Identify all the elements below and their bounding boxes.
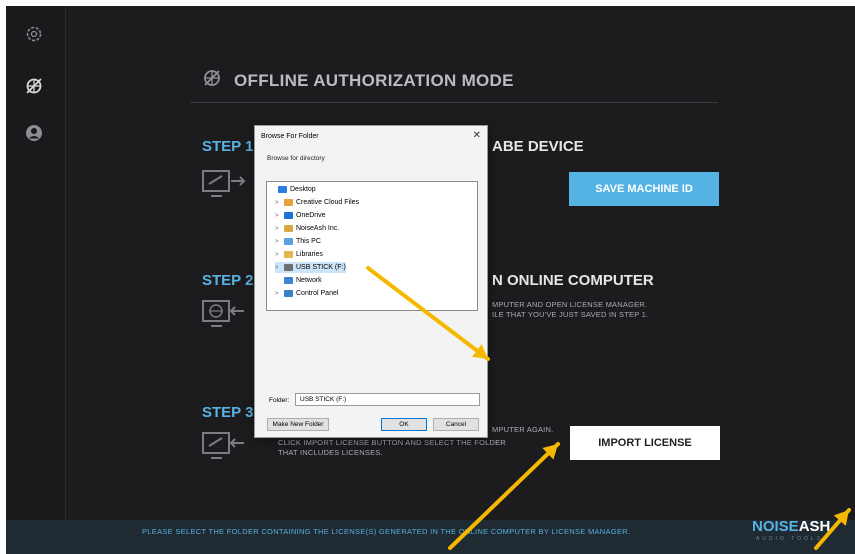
tree-item-label: This PC [296, 238, 321, 245]
chevron-right-icon[interactable]: > [275, 213, 284, 219]
step-1-label: STEP 1: [202, 138, 259, 155]
folder-icon [284, 277, 293, 284]
folder-icon [284, 264, 293, 271]
settings-gear-icon[interactable] [22, 22, 46, 46]
ok-button[interactable]: OK [381, 418, 427, 431]
folder-icon [284, 212, 293, 219]
folder-tree[interactable]: Desktop > Creative Cloud Files > OneDrive > No… [266, 181, 478, 311]
title-divider [190, 102, 718, 103]
folder-icon [284, 290, 293, 297]
tree-item-label: OneDrive [296, 212, 326, 219]
close-icon[interactable]: ✕ [473, 130, 481, 141]
tree-item[interactable]: > Control Panel [275, 288, 338, 299]
chevron-right-icon[interactable]: > [275, 252, 284, 258]
tree-item-label: Network [296, 277, 322, 284]
step-2-desc-line-1: MPUTER AND OPEN LICENSE MANAGER. [492, 300, 648, 309]
dialog-title: Browse For Folder [261, 133, 319, 140]
tree-item[interactable]: > Libraries [275, 249, 323, 260]
step-3-desc-line-2: CLICK IMPORT LICENSE BUTTON AND SELECT T… [278, 438, 506, 447]
tree-item[interactable]: > OneDrive [275, 210, 326, 221]
user-account-icon[interactable] [22, 121, 46, 145]
step-3-desc-line-1: MPUTER AGAIN. [492, 425, 554, 434]
step-2-heading: N ONLINE COMPUTER [492, 272, 654, 289]
tree-item[interactable]: > This PC [275, 236, 321, 247]
browse-folder-dialog: Browse For Folder ✕ Browse for directory… [254, 125, 488, 438]
footer-bar [6, 520, 855, 554]
chevron-right-icon[interactable]: > [275, 291, 284, 297]
mode-header: OFFLINE AUTHORIZATION MODE [202, 68, 514, 93]
folder-label: Folder: [269, 397, 290, 404]
cancel-button[interactable]: Cancel [433, 418, 479, 431]
tree-item-label: USB STICK (F:) [296, 264, 346, 271]
tree-item-label: Libraries [296, 251, 323, 258]
step-3-desc-line-3: THAT INCLUDES LICENSES. [278, 448, 383, 457]
folder-icon [278, 186, 287, 193]
tree-item[interactable]: Desktop [269, 184, 316, 195]
folder-icon [284, 251, 293, 258]
chevron-right-icon[interactable]: > [275, 239, 284, 245]
computer-export-icon [200, 168, 256, 205]
folder-field[interactable]: USB STICK (F:) [295, 393, 480, 406]
offline-mode-icon [202, 68, 222, 93]
folder-icon [284, 199, 293, 206]
computer-import-icon [200, 430, 256, 467]
page-title: OFFLINE AUTHORIZATION MODE [234, 70, 514, 90]
folder-icon [284, 238, 293, 245]
tree-item[interactable]: Network [275, 275, 322, 286]
logo-subtitle: AUDIO TOOLS [756, 536, 823, 542]
tree-item-label: Desktop [290, 186, 316, 193]
chevron-right-icon[interactable]: > [275, 226, 284, 232]
dialog-subtitle: Browse for directory [267, 155, 325, 162]
noiseash-logo: NOISEASH [752, 518, 830, 535]
no-connection-icon[interactable] [22, 74, 46, 98]
sidebar [6, 6, 66, 554]
globe-computer-icon [200, 298, 256, 335]
tree-item[interactable]: > Creative Cloud Files [275, 197, 359, 208]
tree-item[interactable]: > NoiseAsh Inc. [275, 223, 339, 234]
import-license-button[interactable]: IMPORT LICENSE [570, 426, 720, 460]
logo-part-a: NOISE [752, 518, 799, 535]
chevron-right-icon[interactable]: > [275, 200, 284, 206]
tree-item-label: NoiseAsh Inc. [296, 225, 340, 232]
step-3-label: STEP 3: [202, 404, 259, 421]
logo-part-b: ASH [798, 518, 831, 535]
save-machine-id-button[interactable]: SAVE MACHINE ID [569, 172, 719, 206]
tree-item-label: Creative Cloud Files [296, 199, 360, 206]
footer-instruction: PLEASE SELECT THE FOLDER CONTAINING THE … [142, 527, 631, 536]
step-1-heading: ABE DEVICE [492, 138, 584, 155]
step-2-label: STEP 2: [202, 272, 259, 289]
chevron-right-icon[interactable]: > [275, 265, 284, 271]
tree-item-label: Control Panel [296, 290, 339, 297]
make-new-folder-button[interactable]: Make New Folder [267, 418, 329, 431]
tree-item[interactable]: > USB STICK (F:) [275, 262, 346, 273]
step-2-desc-line-2: ILE THAT YOU'VE JUST SAVED IN STEP 1. [492, 310, 649, 319]
folder-icon [284, 225, 293, 232]
